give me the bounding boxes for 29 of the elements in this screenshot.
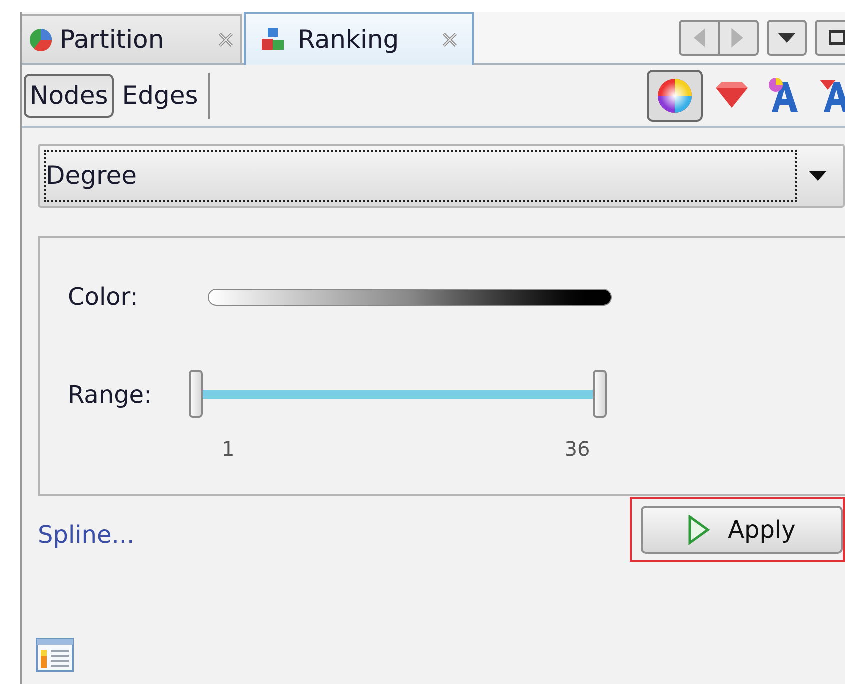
dropdown-value: Degree (46, 160, 137, 192)
tab[interactable]: Ranking (244, 12, 474, 65)
range-max-value: 36 (564, 436, 590, 463)
color-label: Color: (68, 282, 140, 313)
mode-button[interactable]: Edges (118, 74, 202, 118)
caret-icon (809, 171, 827, 181)
scroll-tabs-control[interactable] (679, 20, 759, 56)
legend-icon[interactable] (36, 638, 74, 672)
color-button[interactable] (647, 70, 703, 122)
attribute-dropdown[interactable]: Degree (38, 144, 845, 208)
close-icon[interactable] (442, 32, 458, 48)
pie-chart-icon (28, 26, 54, 52)
play-icon (688, 514, 710, 544)
range-min-value: 1 (222, 436, 235, 463)
range-slider[interactable] (189, 370, 607, 420)
slider-thumb[interactable] (593, 370, 607, 418)
tab[interactable]: Partition (22, 14, 242, 63)
spline-link[interactable]: Spline... (38, 516, 135, 552)
mode-button[interactable]: Nodes (24, 74, 114, 118)
dropdown-button[interactable] (767, 20, 807, 56)
caret-icon (778, 32, 796, 42)
slider-thumb[interactable] (189, 370, 203, 418)
color-gradient-bar[interactable] (208, 288, 612, 306)
apply-button[interactable]: Apply (641, 506, 843, 554)
range-label: Range: (68, 380, 154, 411)
window-icon (829, 30, 845, 46)
close-icon[interactable] (218, 32, 234, 48)
maximize-button[interactable] (815, 20, 845, 56)
blocks-icon (260, 26, 286, 52)
